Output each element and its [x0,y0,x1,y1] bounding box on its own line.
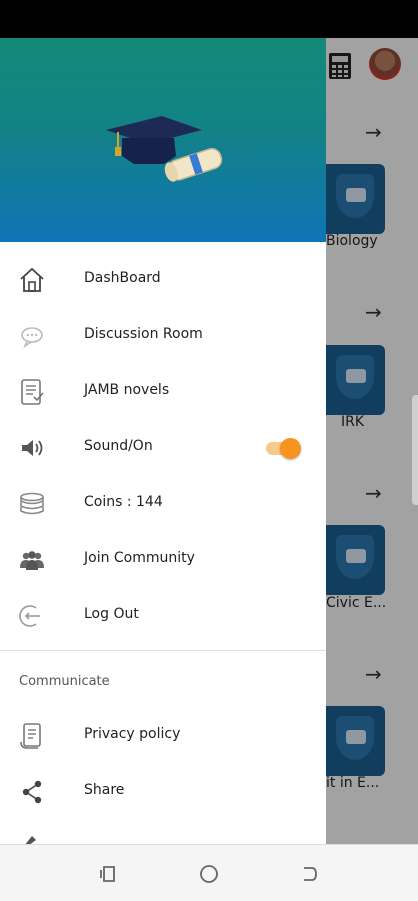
menu-item-label: DashBoard [84,270,161,286]
rate-icon [25,836,36,844]
recent-apps-icon[interactable] [98,863,120,885]
back-icon[interactable] [298,863,320,885]
share-icon [22,780,42,804]
menu-item-sound[interactable]: Sound/On [0,420,326,476]
menu-item-log-out[interactable]: Log Out [0,588,326,644]
community-icon [20,551,44,570]
graduation-cap-icon [106,116,223,182]
logout-icon [19,605,40,627]
document-icon [21,379,44,405]
menu-item-privacy-policy[interactable]: Privacy policy [0,708,326,764]
menu-item-join-community[interactable]: Join Community [0,532,326,588]
menu-item-label: Privacy policy [84,726,181,742]
divider [0,650,326,651]
toggle-knob [280,438,301,459]
home-button-icon[interactable] [198,863,220,885]
menu-item-label: Discussion Room [84,326,203,342]
menu-item-discussion-room[interactable]: Discussion Room [0,308,326,364]
menu-item-label: Join Community [84,550,195,566]
drawer-header [0,38,326,242]
navigation-drawer: DashBoard Discussion Room JAMB novels So… [0,38,326,844]
status-bar [0,0,418,38]
coins-icon [20,492,44,515]
menu-item-jamb-novels[interactable]: JAMB novels [0,364,326,420]
menu-item-label: Sound/On [84,438,153,454]
menu-item-label: Log Out [84,606,139,622]
menu-item-label: Coins : 144 [84,494,163,510]
speaker-icon [22,440,43,456]
menu-item-share[interactable]: Share [0,764,326,820]
menu-item-label: Share [84,782,125,798]
system-nav-bar [0,844,418,901]
menu-item-label: JAMB novels [84,382,170,398]
sound-toggle[interactable] [264,438,301,459]
menu-item-coins[interactable]: Coins : 144 [0,476,326,532]
policy-icon [20,723,41,749]
edge-panel-handle[interactable] [412,395,418,505]
menu-item-dashboard[interactable]: DashBoard [0,252,326,308]
chat-icon [21,327,43,349]
home-icon [20,267,44,292]
section-title-communicate: Communicate [19,674,110,689]
